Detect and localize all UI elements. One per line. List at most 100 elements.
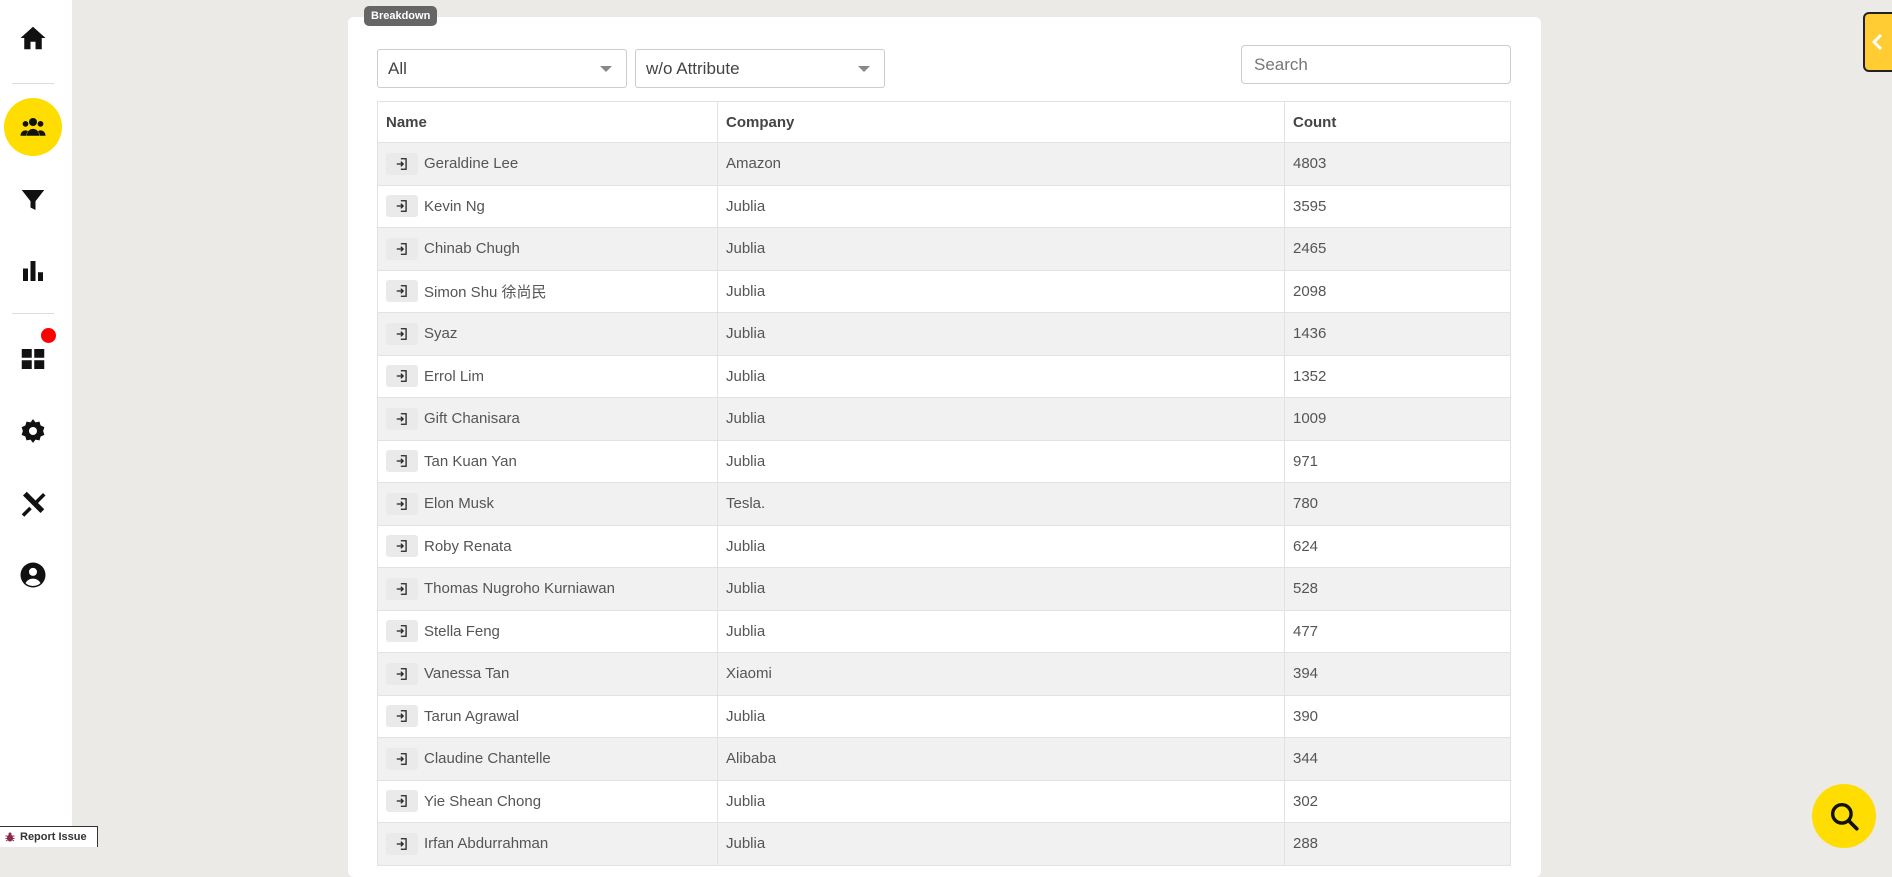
name-wrap: Tan Kuan Yan xyxy=(386,450,709,473)
name-wrap: Geraldine Lee xyxy=(386,152,709,175)
login-icon xyxy=(395,837,409,851)
cell-name: Irfan Abdurrahman xyxy=(377,822,718,866)
open-profile-button[interactable] xyxy=(386,450,418,473)
table-row: Chinab Chugh Jublia 2465 xyxy=(377,227,1511,271)
cell-count: 344 xyxy=(1284,737,1511,781)
cell-name: Chinab Chugh xyxy=(377,227,718,271)
collapse-panel-tab[interactable] xyxy=(1863,12,1892,72)
nav-divider xyxy=(12,313,54,314)
table-row: Irfan Abdurrahman Jublia 288 xyxy=(377,822,1511,866)
filter-select-value: All xyxy=(388,58,407,78)
cell-company: Amazon xyxy=(717,142,1285,186)
cell-count: 4803 xyxy=(1284,142,1511,186)
open-profile-button[interactable] xyxy=(386,662,418,685)
cell-count: 971 xyxy=(1284,439,1511,483)
person-name: Errol Lim xyxy=(424,367,485,385)
attribute-select[interactable]: w/o Attribute xyxy=(635,49,885,88)
cell-name: Stella Feng xyxy=(377,609,718,653)
table-row: Gift Chanisara Jublia 1009 xyxy=(377,397,1511,441)
attribute-select-value: w/o Attribute xyxy=(646,58,740,78)
cell-name: Elon Musk xyxy=(377,482,718,526)
cell-name: Roby Renata xyxy=(377,524,718,568)
sidebar: Report Issue xyxy=(0,0,98,847)
open-profile-button[interactable] xyxy=(386,280,418,303)
name-wrap: Roby Renata xyxy=(386,535,709,558)
open-profile-button[interactable] xyxy=(386,747,418,770)
search-input[interactable] xyxy=(1241,45,1511,84)
login-icon xyxy=(395,199,409,213)
column-header-count[interactable]: Count xyxy=(1284,101,1511,143)
name-wrap: Chinab Chugh xyxy=(386,237,709,260)
cell-company: Jublia xyxy=(717,822,1285,866)
login-icon xyxy=(395,667,409,681)
cell-company: Jublia xyxy=(717,609,1285,653)
open-profile-button[interactable] xyxy=(386,705,418,728)
name-wrap: Tarun Agrawal xyxy=(386,705,709,728)
person-name: Thomas Nugroho Kurniawan xyxy=(424,580,615,598)
table-row: Kevin Ng Jublia 3595 xyxy=(377,184,1511,228)
nav-users[interactable] xyxy=(4,98,62,156)
open-profile-button[interactable] xyxy=(386,535,418,558)
nav-home[interactable] xyxy=(4,9,62,67)
open-profile-button[interactable] xyxy=(386,195,418,218)
person-name: Gift Chanisara xyxy=(424,410,520,428)
column-header-name[interactable]: Name xyxy=(377,101,718,143)
login-icon xyxy=(395,242,409,256)
login-icon xyxy=(395,794,409,808)
report-issue-label: Report Issue xyxy=(20,831,87,843)
filter-select[interactable]: All xyxy=(377,49,627,88)
login-icon xyxy=(395,497,409,511)
nav-account[interactable] xyxy=(4,546,62,604)
open-profile-button[interactable] xyxy=(386,237,418,260)
cell-count: 302 xyxy=(1284,779,1511,823)
cell-count: 624 xyxy=(1284,524,1511,568)
login-icon xyxy=(395,454,409,468)
cell-count: 3595 xyxy=(1284,184,1511,228)
open-profile-button[interactable] xyxy=(386,365,418,388)
cell-company: Jublia xyxy=(717,184,1285,228)
person-name: Simon Shu 徐尚民 xyxy=(424,283,547,301)
cell-count: 477 xyxy=(1284,609,1511,653)
report-issue-button[interactable]: Report Issue xyxy=(0,826,98,847)
name-wrap: Syaz xyxy=(386,322,709,345)
home-icon xyxy=(20,26,46,50)
open-profile-button[interactable] xyxy=(386,492,418,515)
open-profile-button[interactable] xyxy=(386,407,418,430)
person-name: Tarun Agrawal xyxy=(424,707,520,725)
nav-analytics[interactable] xyxy=(4,242,62,300)
login-icon xyxy=(395,157,409,171)
column-header-company[interactable]: Company xyxy=(717,101,1285,143)
breakdown-table: Name Company Count Geraldine Lee Amazon 48… xyxy=(377,101,1511,866)
floating-search-button[interactable] xyxy=(1812,784,1876,848)
users-icon xyxy=(20,118,46,136)
cell-count: 2098 xyxy=(1284,269,1511,313)
nav-settings[interactable] xyxy=(4,402,62,460)
table-row: Roby Renata Jublia 624 xyxy=(377,524,1511,568)
notification-badge xyxy=(41,328,56,343)
person-name: Irfan Abdurrahman xyxy=(424,835,549,853)
account-icon xyxy=(20,562,46,588)
open-profile-button[interactable] xyxy=(386,577,418,600)
cell-company: Jublia xyxy=(717,269,1285,313)
cell-name: Tarun Agrawal xyxy=(377,694,718,738)
open-profile-button[interactable] xyxy=(386,620,418,643)
cell-company: Jublia xyxy=(717,312,1285,356)
nav-tools[interactable] xyxy=(4,474,62,532)
name-wrap: Yie Shean Chong xyxy=(386,790,709,813)
table-row: Tan Kuan Yan Jublia 971 xyxy=(377,439,1511,483)
cell-name: Tan Kuan Yan xyxy=(377,439,718,483)
person-name: Tan Kuan Yan xyxy=(424,452,517,470)
breakdown-tag: Breakdown xyxy=(364,6,438,26)
nav-filter[interactable] xyxy=(4,171,62,229)
name-wrap: Simon Shu 徐尚民 xyxy=(386,280,709,303)
tools-icon xyxy=(21,491,46,517)
open-profile-button[interactable] xyxy=(386,790,418,813)
login-icon xyxy=(395,582,409,596)
cell-company: Jublia xyxy=(717,354,1285,398)
login-icon xyxy=(395,284,409,298)
table-body: Geraldine Lee Amazon 4803 Kevin Ng Jublia 359… xyxy=(377,142,1511,866)
gear-icon xyxy=(21,419,45,443)
open-profile-button[interactable] xyxy=(386,832,418,855)
open-profile-button[interactable] xyxy=(386,152,418,175)
open-profile-button[interactable] xyxy=(386,322,418,345)
